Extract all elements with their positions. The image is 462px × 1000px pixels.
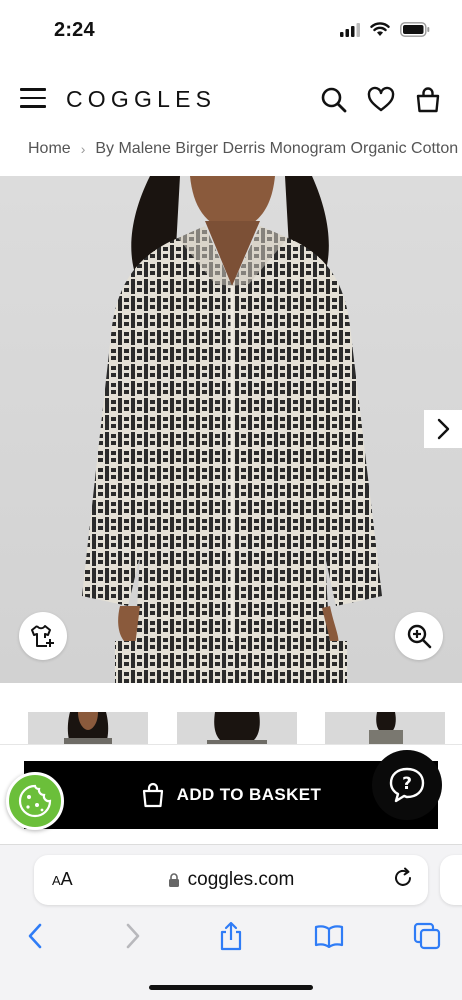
reload-button[interactable] — [392, 867, 414, 894]
add-to-basket-label: ADD TO BASKET — [176, 785, 322, 804]
zoom-button[interactable] — [395, 612, 443, 660]
url-text: coggles.com — [187, 869, 295, 890]
cookie-icon — [18, 784, 52, 818]
chevron-right-icon — [437, 418, 450, 440]
address-bar[interactable]: AA coggles.com — [34, 855, 428, 905]
menu-button[interactable] — [20, 88, 46, 110]
bookmarks-button[interactable] — [314, 921, 344, 951]
cookie-settings-button[interactable] — [6, 772, 64, 830]
chevron-right-icon — [126, 923, 140, 949]
help-chat-button[interactable]: ? — [372, 750, 442, 820]
next-image-button[interactable] — [424, 410, 462, 448]
chat-question-icon: ? — [389, 767, 425, 803]
menu-icon — [20, 88, 46, 91]
breadcrumb: Home › By Malene Birger Derris Monogram … — [28, 140, 462, 158]
thumbnail-2[interactable] — [177, 712, 297, 746]
search-button[interactable] — [320, 86, 348, 114]
thumbnail-1[interactable] — [28, 712, 148, 746]
signal-icon — [340, 22, 360, 37]
breadcrumb-home[interactable]: Home — [28, 140, 71, 158]
svg-text:?: ? — [402, 774, 412, 794]
url-display[interactable]: coggles.com — [34, 869, 428, 891]
reload-icon — [395, 867, 411, 886]
status-time: 2:24 — [54, 19, 95, 41]
search-icon — [321, 87, 347, 113]
back-button[interactable] — [20, 921, 50, 951]
zoom-in-icon — [407, 624, 432, 649]
shopping-bag-icon — [142, 782, 163, 808]
status-bar: 2:24 — [0, 0, 462, 60]
thumbnail-3[interactable] — [325, 712, 445, 746]
logo[interactable]: COGGLES — [66, 86, 216, 113]
site-header: COGGLES — [0, 72, 462, 128]
wishlist-button[interactable] — [367, 86, 395, 114]
chevron-left-icon — [28, 923, 42, 949]
book-icon — [314, 925, 344, 948]
shirt-plus-icon — [31, 625, 54, 647]
lock-icon — [168, 872, 179, 887]
share-icon — [220, 921, 242, 951]
wifi-icon — [370, 22, 390, 36]
shopping-bag-icon — [416, 87, 440, 113]
tabs-button[interactable] — [412, 921, 442, 951]
thumbnail-strip — [0, 712, 462, 746]
forward-button[interactable] — [118, 921, 148, 951]
share-button[interactable] — [216, 921, 246, 951]
status-icons — [340, 22, 430, 37]
product-photo — [82, 176, 382, 683]
virtual-try-on-button[interactable] — [19, 612, 67, 660]
browser-toolbar: AA coggles.com — [0, 844, 462, 1000]
next-tab-preview[interactable] — [440, 855, 462, 905]
product-image[interactable] — [0, 176, 462, 683]
tabs-icon — [413, 922, 441, 950]
battery-icon — [400, 22, 430, 37]
breadcrumb-current[interactable]: By Malene Birger Derris Monogram Organic… — [95, 140, 462, 158]
chevron-right-icon: › — [80, 141, 86, 157]
heart-icon — [367, 86, 395, 112]
home-indicator — [149, 985, 313, 990]
basket-button[interactable] — [414, 86, 442, 114]
